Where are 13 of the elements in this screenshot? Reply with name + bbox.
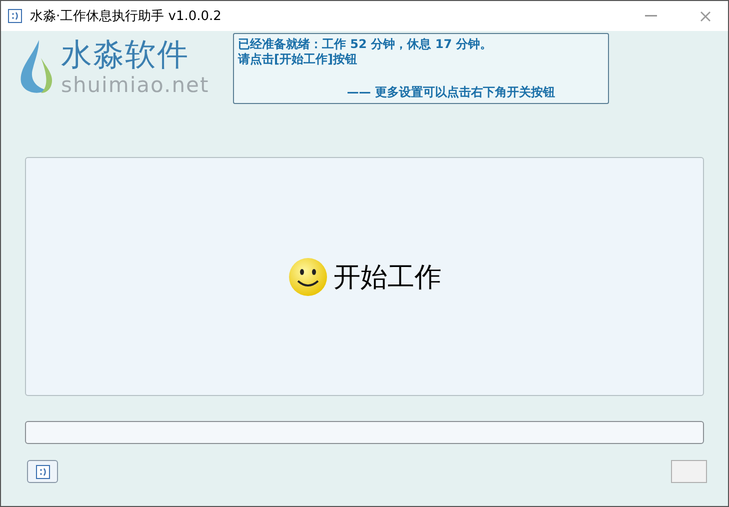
close-icon [700,10,710,22]
info-text: 请点击[开始工作]按钮 [238,52,358,67]
hint-text: —— 更多设置可以点击右下角开关按钮 [346,85,556,100]
logo-site: shuimiao.net [61,73,210,97]
smiley-icon [288,256,328,296]
minimize-icon [645,15,657,17]
window-title: 水淼·工作休息执行助手 v1.0.0.2 [30,8,222,25]
tag-button[interactable] [27,460,58,483]
app-icon [8,9,22,23]
start-work-button[interactable]: 开始工作 [25,157,704,396]
logo-name: 水淼软件 [61,37,190,73]
switch-button[interactable] [671,460,707,483]
info-text: 已经准备就绪：工作 52 分钟，休息 17 分钟。 [238,37,494,52]
